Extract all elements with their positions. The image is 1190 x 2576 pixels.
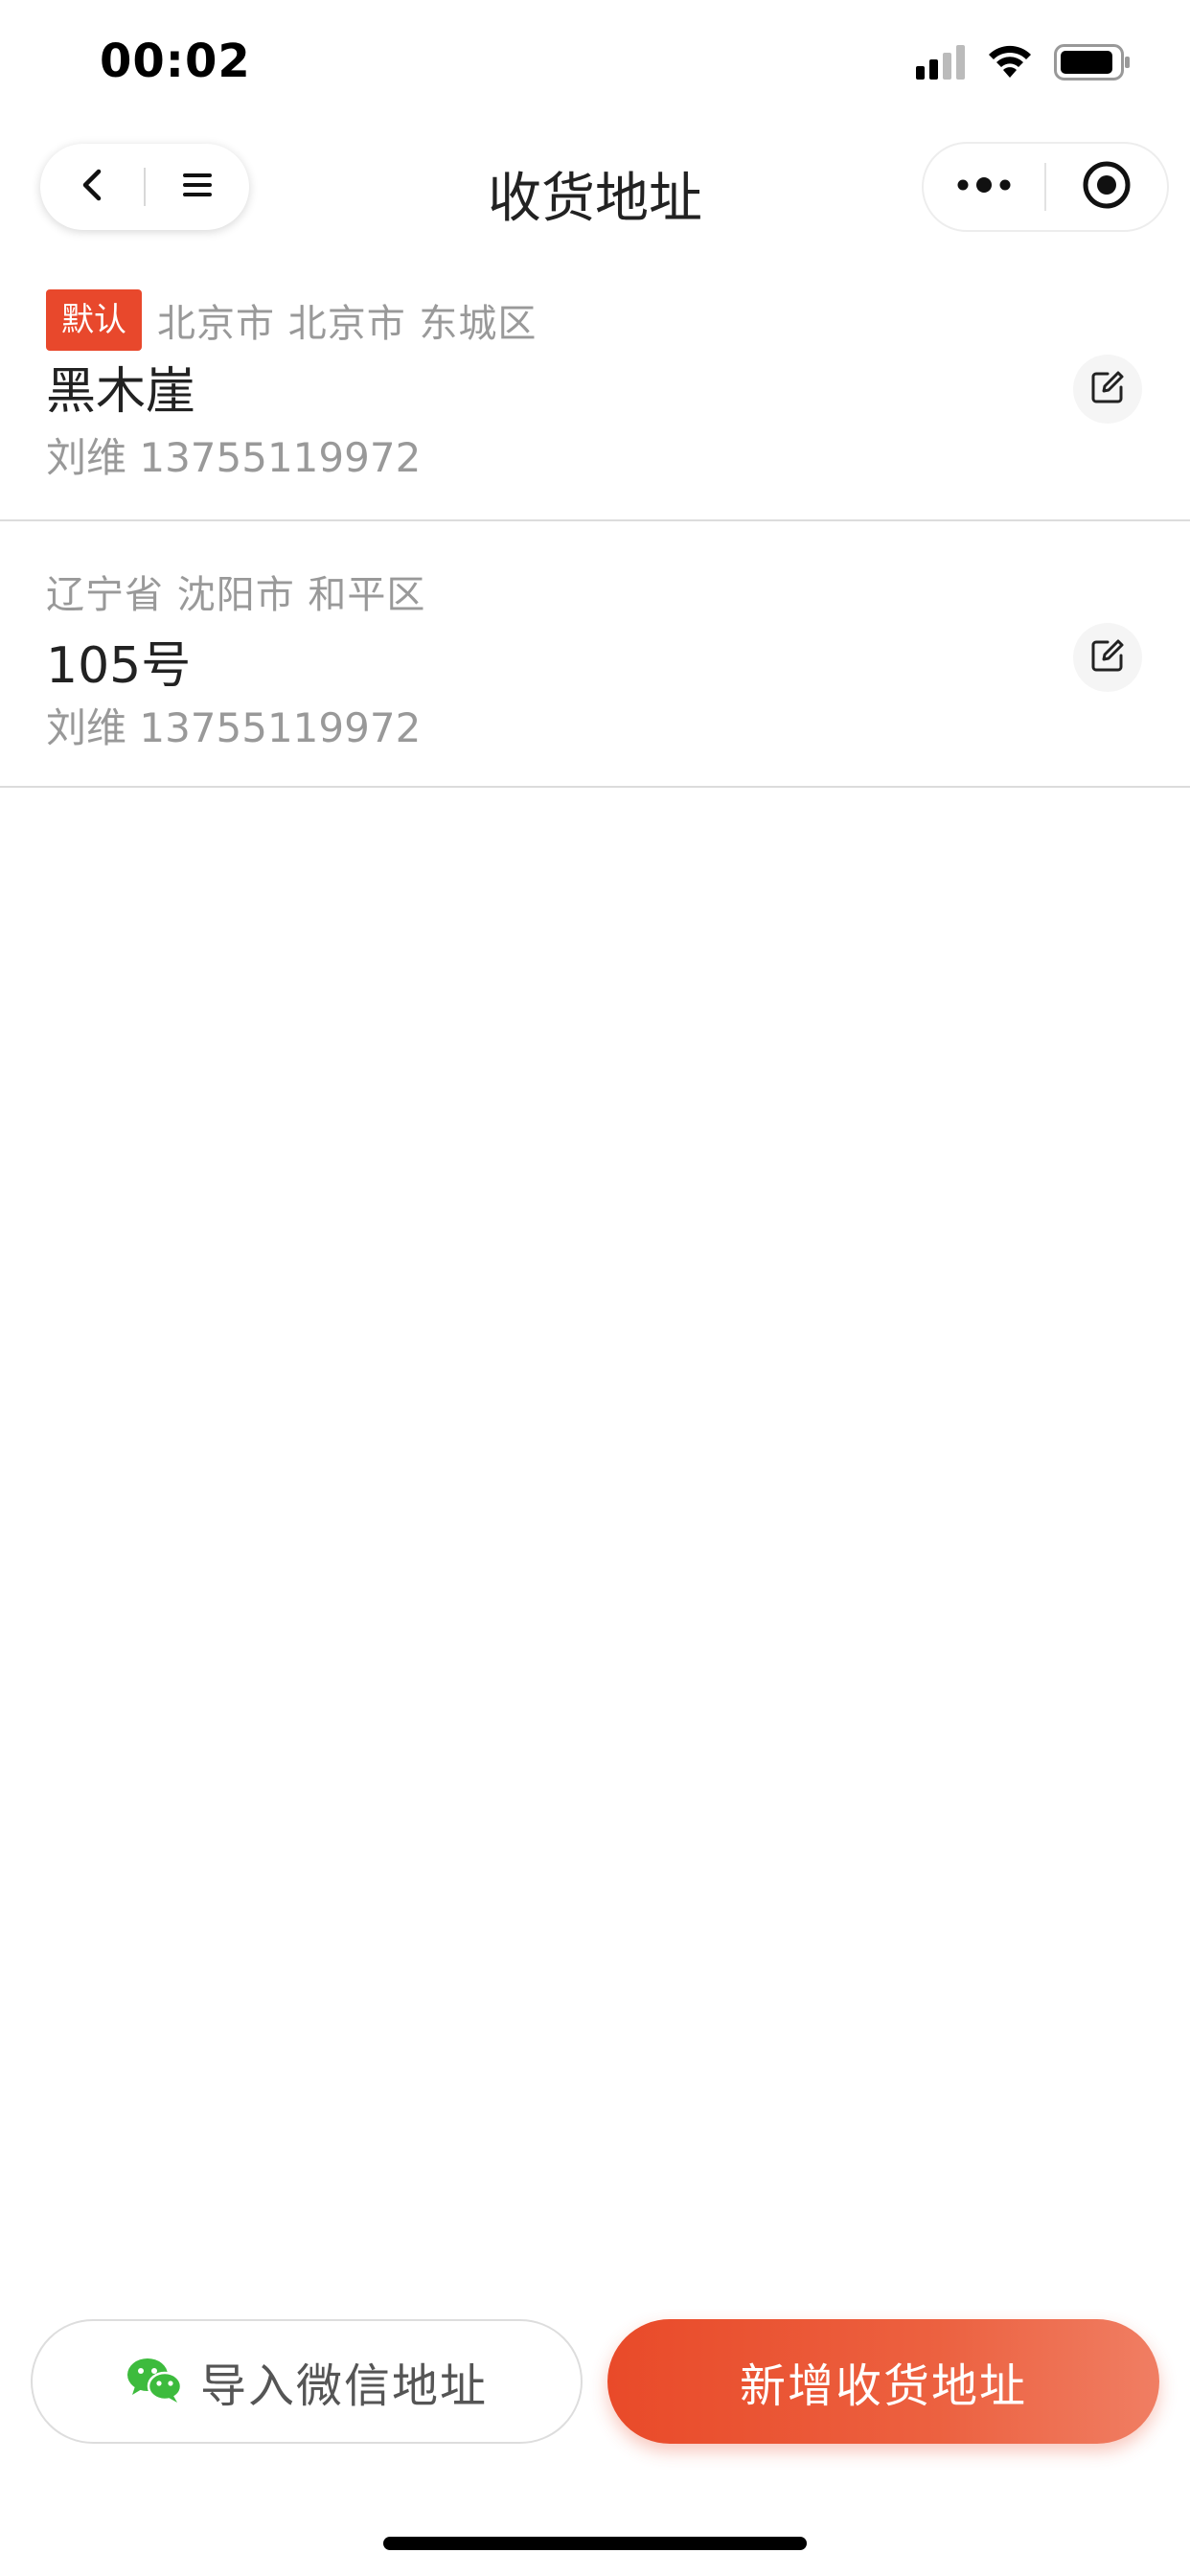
address-item[interactable]: 默认 北京市 北京市 东城区 黑木崖 刘维 13755119972 [0,255,1190,521]
import-wechat-address-label: 导入微信地址 [199,2359,488,2413]
add-address-button[interactable]: 新增收货地址 [607,2319,1159,2444]
address-detail: 105号 [46,637,192,695]
edit-address-button[interactable] [1073,355,1142,424]
nav-capsule-right [922,142,1169,232]
edit-address-button[interactable] [1073,623,1142,692]
wechat-icon [126,2356,183,2407]
home-indicator [383,2537,807,2550]
edit-icon [1090,638,1125,677]
address-contact: 刘维 13755119972 [46,434,422,481]
cellular-signal-icon [916,45,966,83]
battery-icon [1054,44,1131,84]
more-button[interactable] [924,144,1044,230]
default-badge: 默认 [46,289,142,351]
address-contact: 刘维 13755119972 [46,704,422,751]
status-bar: 00:02 [0,0,1190,126]
status-icons [916,44,1131,84]
status-time: 00:02 [100,34,251,88]
add-address-label: 新增收货地址 [739,2359,1027,2413]
address-region: 北京市 北京市 东城区 [157,302,538,346]
bottom-action-bar: 导入微信地址 新增收货地址 [0,2317,1190,2446]
target-icon [1081,159,1133,215]
address-detail: 黑木崖 [46,363,196,421]
address-region: 辽宁省 沈阳市 和平区 [46,573,426,617]
import-wechat-address-button[interactable]: 导入微信地址 [31,2319,583,2444]
edit-icon [1090,370,1125,408]
wifi-icon [987,45,1033,83]
nav-bar: 收货地址 [0,134,1190,240]
address-region-line: 默认 北京市 北京市 东城区 [46,289,537,351]
close-miniprogram-button[interactable] [1046,144,1167,230]
address-list: 默认 北京市 北京市 东城区 黑木崖 刘维 13755119972 辽宁省 沈阳… [0,255,1190,788]
address-item[interactable]: 辽宁省 沈阳市 和平区 105号 刘维 13755119972 [0,521,1190,788]
address-region-line: 辽宁省 沈阳市 和平区 [46,564,425,619]
more-dots-icon [955,175,1013,198]
